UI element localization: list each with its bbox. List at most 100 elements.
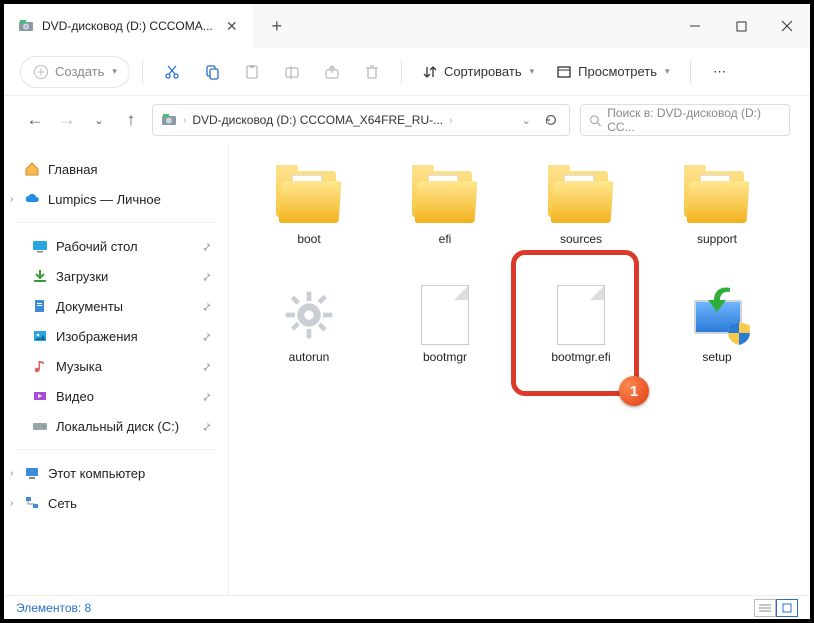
list-icon xyxy=(759,603,771,613)
pictures-icon xyxy=(32,328,48,344)
titlebar: DVD-дисковод (D:) CCCOMA... ✕ + xyxy=(4,4,810,48)
window-tab[interactable]: DVD-дисковод (D:) CCCOMA... ✕ xyxy=(4,4,253,48)
rename-button[interactable] xyxy=(275,56,309,88)
file-autorun[interactable]: autorun xyxy=(241,280,377,398)
gear-icon xyxy=(274,284,344,346)
sidebar-downloads[interactable]: Загрузки xyxy=(4,261,228,291)
desktop-icon xyxy=(32,238,48,254)
address-bar: ← → ⌄ ↑ › DVD-дисковод (D:) CCCOMA_X64FR… xyxy=(4,96,810,144)
item-label: support xyxy=(697,232,737,246)
sidebar-label: Сеть xyxy=(48,496,77,511)
icons-view-button[interactable] xyxy=(776,599,798,617)
copy-button[interactable] xyxy=(195,56,229,88)
sidebar-pictures[interactable]: Изображения xyxy=(4,321,228,351)
sort-button[interactable]: Сортировать ▾ xyxy=(414,56,542,88)
plus-circle-icon xyxy=(33,64,49,80)
sidebar-documents[interactable]: Документы xyxy=(4,291,228,321)
explorer-window: DVD-дисковод (D:) CCCOMA... ✕ + Создать … xyxy=(0,0,814,623)
sidebar-personal[interactable]: › Lumpics — Личное xyxy=(4,184,228,214)
file-bootmgr[interactable]: bootmgr xyxy=(377,280,513,398)
sidebar-desktop[interactable]: Рабочий стол xyxy=(4,231,228,261)
chevron-down-icon[interactable]: ⌄ xyxy=(516,114,537,127)
file-icon xyxy=(557,285,605,345)
folder-icon xyxy=(546,169,616,225)
refresh-button[interactable] xyxy=(541,113,561,127)
sidebar-videos[interactable]: Видео xyxy=(4,381,228,411)
share-button[interactable] xyxy=(315,56,349,88)
dvd-drive-icon xyxy=(18,18,34,34)
breadcrumb[interactable]: › DVD-дисковод (D:) CCCOMA_X64FRE_RU-...… xyxy=(152,104,570,136)
item-label: autorun xyxy=(289,350,330,364)
downloads-icon xyxy=(32,268,48,284)
search-placeholder: Поиск в: DVD-дисковод (D:) CC... xyxy=(607,106,781,134)
tab-close-button[interactable]: ✕ xyxy=(225,19,239,33)
recent-button[interactable]: ⌄ xyxy=(88,109,110,131)
window-controls xyxy=(672,4,810,48)
new-tab-button[interactable]: + xyxy=(261,10,293,42)
details-view-button[interactable] xyxy=(754,599,776,617)
sort-icon xyxy=(422,64,438,80)
pin-icon xyxy=(201,421,212,432)
status-bar: Элементов: 8 xyxy=(4,595,810,619)
pin-icon xyxy=(201,271,212,282)
folder-icon xyxy=(274,169,344,225)
view-label: Просмотреть xyxy=(578,64,657,79)
paste-button[interactable] xyxy=(235,56,269,88)
item-label: setup xyxy=(702,350,731,364)
close-icon xyxy=(781,20,793,32)
minimize-button[interactable] xyxy=(672,4,718,48)
view-icon xyxy=(556,64,572,80)
pin-icon xyxy=(201,391,212,402)
maximize-icon xyxy=(736,21,747,32)
folder-icon xyxy=(410,169,480,225)
sidebar-home[interactable]: Главная xyxy=(4,154,228,184)
search-icon xyxy=(589,114,601,127)
sidebar-label: Изображения xyxy=(56,329,138,344)
view-switcher xyxy=(754,599,798,617)
folder-boot[interactable]: boot xyxy=(241,162,377,280)
sidebar-network[interactable]: › Сеть xyxy=(4,488,228,518)
cut-icon xyxy=(164,64,180,80)
documents-icon xyxy=(32,298,48,314)
file-setup[interactable]: setup xyxy=(649,280,785,398)
folder-support[interactable]: support xyxy=(649,162,785,280)
search-box[interactable]: Поиск в: DVD-дисковод (D:) CC... xyxy=(580,104,790,136)
close-button[interactable] xyxy=(764,4,810,48)
sidebar-label: Документы xyxy=(56,299,123,314)
up-button[interactable]: ↑ xyxy=(120,109,142,131)
toolbar: Создать ▾ Сортировать ▾ Просмотреть ▾ ⋯ xyxy=(4,48,810,96)
separator xyxy=(16,449,216,450)
sidebar-music[interactable]: Музыка xyxy=(4,351,228,381)
view-button[interactable]: Просмотреть ▾ xyxy=(548,56,677,88)
delete-button[interactable] xyxy=(355,56,389,88)
sidebar-thispc[interactable]: › Этот компьютер xyxy=(4,458,228,488)
sidebar-localdisk[interactable]: Локальный диск (C:) xyxy=(4,411,228,441)
folder-sources[interactable]: sources xyxy=(513,162,649,280)
cut-button[interactable] xyxy=(155,56,189,88)
separator xyxy=(16,222,216,223)
sidebar-label: Видео xyxy=(56,389,94,404)
create-button[interactable]: Создать ▾ xyxy=(20,56,130,88)
sidebar-label: Музыка xyxy=(56,359,102,374)
item-label: sources xyxy=(560,232,602,246)
sidebar-label: Этот компьютер xyxy=(48,466,145,481)
folder-efi[interactable]: efi xyxy=(377,162,513,280)
music-icon xyxy=(32,358,48,374)
copy-icon xyxy=(204,64,220,80)
more-button[interactable]: ⋯ xyxy=(703,56,737,88)
back-button[interactable]: ← xyxy=(24,109,46,131)
pin-icon xyxy=(201,361,212,372)
computer-icon xyxy=(24,465,40,481)
item-label: bootmgr.efi xyxy=(551,350,610,364)
chevron-down-icon: ▾ xyxy=(665,66,670,77)
forward-button[interactable]: → xyxy=(56,109,78,131)
sidebar-label: Локальный диск (C:) xyxy=(56,419,179,434)
body: Главная › Lumpics — Личное Рабочий стол … xyxy=(4,144,810,595)
item-count: Элементов: 8 xyxy=(16,601,91,615)
chevron-down-icon: ▾ xyxy=(112,66,117,77)
pin-icon xyxy=(201,241,212,252)
folder-icon xyxy=(682,169,752,225)
refresh-icon xyxy=(544,113,558,127)
maximize-button[interactable] xyxy=(718,4,764,48)
breadcrumb-path[interactable]: DVD-дисковод (D:) CCCOMA_X64FRE_RU-... xyxy=(192,113,443,127)
